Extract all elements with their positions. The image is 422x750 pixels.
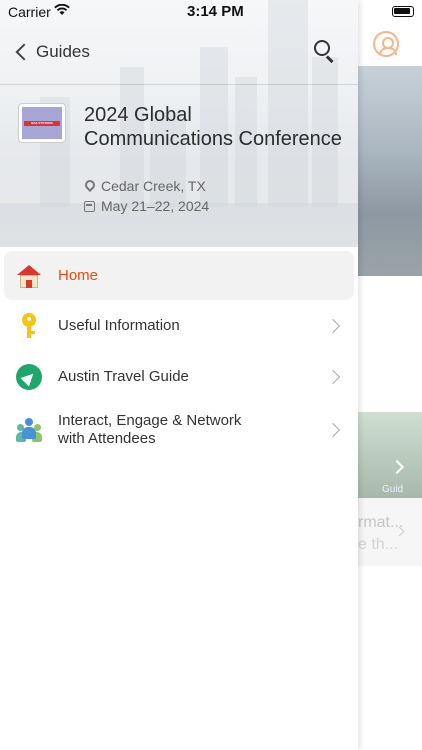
calendar-icon <box>84 199 96 213</box>
event-location: Cedar Creek, TX <box>82 177 206 194</box>
location-text: Cedar Creek, TX <box>101 178 206 194</box>
chevron-right-icon <box>325 422 341 438</box>
logo-text: BAE SYSTEMS <box>24 120 60 126</box>
dates-text: May 21–22, 2024 <box>101 198 210 214</box>
house-icon <box>16 263 42 289</box>
menu-item-home[interactable]: Home <box>4 251 354 300</box>
menu-item-label: Interact, Engage & Network with Attendee… <box>58 412 242 447</box>
event-logo: BAE SYSTEMS <box>18 103 66 143</box>
side-drawer: Guides BAE SYSTEMS 2024 Global Communica… <box>0 0 358 750</box>
carrier-label: Carrier <box>8 4 51 20</box>
navigation-arrow-icon <box>16 363 42 390</box>
menu-item-label: Home <box>58 266 99 284</box>
chevron-left-icon <box>15 43 33 61</box>
chevron-right-icon <box>325 318 341 333</box>
status-time: 3:14 PM <box>187 3 244 20</box>
drawer-menu: Home Useful Information Austin Travel Gu… <box>0 247 358 458</box>
back-button[interactable]: Guides <box>14 42 90 62</box>
menu-item-network-attendees[interactable]: Interact, Engage & Network with Attendee… <box>0 402 358 458</box>
menu-item-label: Austin Travel Guide <box>58 367 189 385</box>
background-hero-image <box>358 66 422 276</box>
back-label: Guides <box>36 42 90 61</box>
key-icon <box>16 312 42 339</box>
menu-item-austin-travel-guide[interactable]: Austin Travel Guide <box>0 351 358 402</box>
status-bar: Carrier 3:14 PM <box>0 0 422 22</box>
menu-item-label: Useful Information <box>58 316 180 334</box>
profile-icon[interactable] <box>373 31 399 57</box>
event-dates: May 21–22, 2024 <box>84 198 209 214</box>
chevron-right-icon <box>325 369 341 384</box>
background-card-label: Guid <box>382 484 404 495</box>
background-text-line: e th... <box>358 536 399 553</box>
location-pin-icon <box>82 177 98 193</box>
wifi-icon <box>54 3 70 19</box>
search-icon[interactable] <box>314 40 336 64</box>
people-group-icon <box>16 417 42 443</box>
divider <box>0 84 358 85</box>
event-title: 2024 Global Communications Conference <box>84 104 342 150</box>
battery-icon <box>392 6 414 17</box>
menu-item-useful-information[interactable]: Useful Information <box>0 300 358 351</box>
